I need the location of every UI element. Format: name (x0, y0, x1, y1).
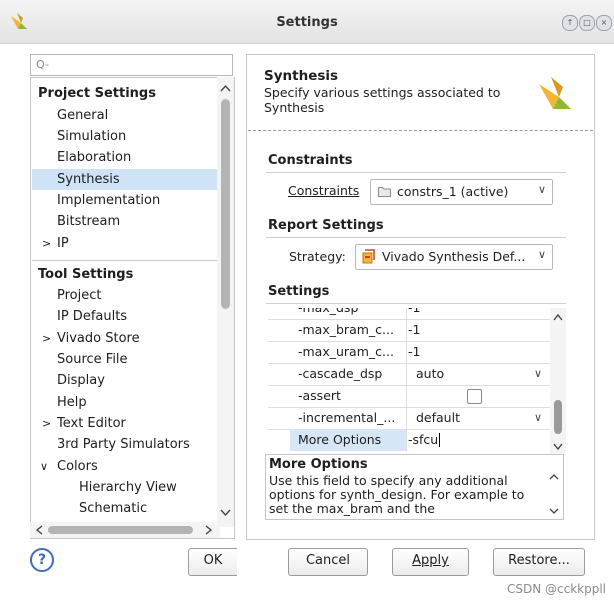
panel-subtitle: Specify various settings associated to S… (264, 85, 501, 115)
tree-item-general[interactable]: General (57, 105, 108, 126)
help-icon[interactable]: ? (30, 548, 54, 572)
maximize-button[interactable]: □ (579, 15, 595, 31)
settings-vertical-scrollbar[interactable] (550, 308, 566, 455)
expand-arrow-icon[interactable]: > (42, 328, 51, 349)
tree-item-bitstream[interactable]: Bitstream (57, 211, 120, 232)
tree-item-implementation[interactable]: Implementation (57, 190, 160, 211)
title-bar: Settings ↑ □ × (0, 0, 614, 44)
tree-header-tool-settings: Tool Settings (38, 267, 134, 282)
tree-item-synthesis[interactable]: Synthesis (57, 169, 120, 190)
chevron-down-icon: ∨ (537, 248, 546, 261)
assert-checkbox[interactable] (467, 389, 482, 404)
window-title: Settings (276, 15, 338, 30)
tree-item-ip-defaults[interactable]: IP Defaults (57, 306, 127, 327)
chevron-down-icon[interactable]: ∨ (534, 407, 542, 429)
section-line (266, 172, 566, 173)
table-row[interactable]: -incremental_... default ∨ (268, 407, 550, 430)
tree-separator (32, 260, 217, 261)
settings-section-title: Settings (268, 284, 330, 299)
tree-item-simulation[interactable]: Simulation (57, 126, 126, 147)
tree-item-3rd-party-simulators[interactable]: 3rd Party Simulators (57, 434, 190, 455)
vivado-logo-icon (539, 77, 571, 109)
option-name: More Options (298, 432, 382, 447)
table-row[interactable]: More Options -sfcu (268, 429, 550, 451)
option-value[interactable]: -1 (408, 319, 420, 341)
option-name: -max_dsp (298, 308, 406, 319)
tree-header-project-settings: Project Settings (38, 86, 156, 101)
search-icon: Q- (36, 58, 49, 71)
close-button[interactable]: × (596, 15, 612, 31)
option-name: -cascade_dsp (298, 366, 383, 381)
chevron-down-icon[interactable]: ∨ (534, 363, 542, 385)
tree-vertical-scrollbar[interactable] (217, 77, 234, 527)
report-section-title: Report Settings (268, 218, 384, 233)
watermark: CSDN @cckkppll (506, 582, 606, 596)
table-row[interactable]: -max_bram_c... -1 (268, 319, 550, 342)
chevron-down-icon: ∨ (537, 183, 546, 196)
settings-tree: Project Settings General Simulation Elab… (30, 77, 235, 539)
description-title: More Options (269, 457, 368, 472)
tree-item-text-editor[interactable]: Text Editor (57, 413, 126, 434)
tree-item-display[interactable]: Display (57, 370, 105, 391)
option-name: -assert (298, 388, 341, 403)
settings-table: -max_dsp -1 -max_bram_c... -1 -max_uram_… (268, 308, 566, 455)
description-scrollbar[interactable] (548, 471, 560, 517)
ok-button[interactable]: OK (188, 548, 237, 576)
option-name: -max_uram_c... (298, 344, 394, 359)
search-input[interactable]: Q- (30, 54, 233, 76)
tree-item-source-file[interactable]: Source File (57, 349, 128, 370)
tree-item-help[interactable]: Help (57, 392, 87, 413)
expand-arrow-icon[interactable]: > (42, 413, 51, 434)
minimize-button[interactable]: ↑ (562, 15, 578, 31)
restore-button[interactable]: Restore... (493, 548, 585, 576)
section-line (266, 303, 566, 304)
column-divider (406, 429, 407, 451)
column-divider (406, 407, 407, 429)
expand-arrow-icon[interactable]: > (42, 233, 51, 254)
description-text: Use this field to specify any additional… (269, 473, 525, 516)
section-line (266, 237, 566, 238)
constraints-section-title: Constraints (268, 153, 353, 168)
column-divider (406, 319, 407, 341)
option-value[interactable]: -1 (408, 341, 420, 363)
table-row[interactable]: -cascade_dsp auto ∨ (268, 363, 550, 386)
tree-item-hierarchy-view[interactable]: Hierarchy View (79, 477, 177, 498)
header-divider (248, 130, 593, 131)
tree-horizontal-scrollbar[interactable] (30, 522, 220, 538)
option-name: -max_bram_c... (298, 322, 394, 337)
apply-button[interactable]: Apply (392, 548, 469, 576)
panel-title: Synthesis (264, 68, 339, 84)
constraints-label: Constraints (288, 183, 360, 198)
description-box: More Options Use this field to specify a… (265, 454, 564, 520)
option-value[interactable]: -1 (408, 308, 420, 319)
constraints-folder-icon (378, 187, 391, 197)
column-divider (406, 341, 407, 363)
tree-item-vivado-store[interactable]: Vivado Store (57, 328, 140, 349)
tree-item-schematic[interactable]: Schematic (79, 498, 147, 519)
constraints-combo[interactable]: constrs_1 (active) ∨ (370, 179, 553, 205)
column-divider (406, 363, 407, 385)
option-value[interactable]: auto (416, 363, 444, 385)
tree-item-colors[interactable]: Colors (57, 456, 98, 477)
column-divider (406, 385, 407, 407)
option-value[interactable]: default (416, 407, 460, 429)
option-name: -incremental_... (298, 410, 396, 425)
constraints-value: constrs_1 (active) (397, 184, 509, 199)
table-row[interactable]: -max_uram_c... -1 (268, 341, 550, 364)
strategy-icon (362, 249, 375, 264)
strategy-label: Strategy: (289, 249, 346, 264)
tree-item-project[interactable]: Project (57, 285, 101, 306)
tree-item-ip[interactable]: IP (57, 233, 69, 254)
tree-item-elaboration[interactable]: Elaboration (57, 147, 131, 168)
collapse-arrow-icon[interactable]: ∨ (40, 456, 48, 477)
strategy-combo[interactable]: Vivado Synthesis Def... ∨ (355, 244, 553, 270)
more-options-input[interactable]: -sfcu (408, 429, 438, 451)
column-divider (406, 308, 407, 319)
cancel-button[interactable]: Cancel (288, 548, 368, 576)
text-cursor (439, 433, 440, 447)
strategy-value: Vivado Synthesis Def... (382, 249, 526, 264)
table-row[interactable]: -assert (268, 385, 550, 408)
